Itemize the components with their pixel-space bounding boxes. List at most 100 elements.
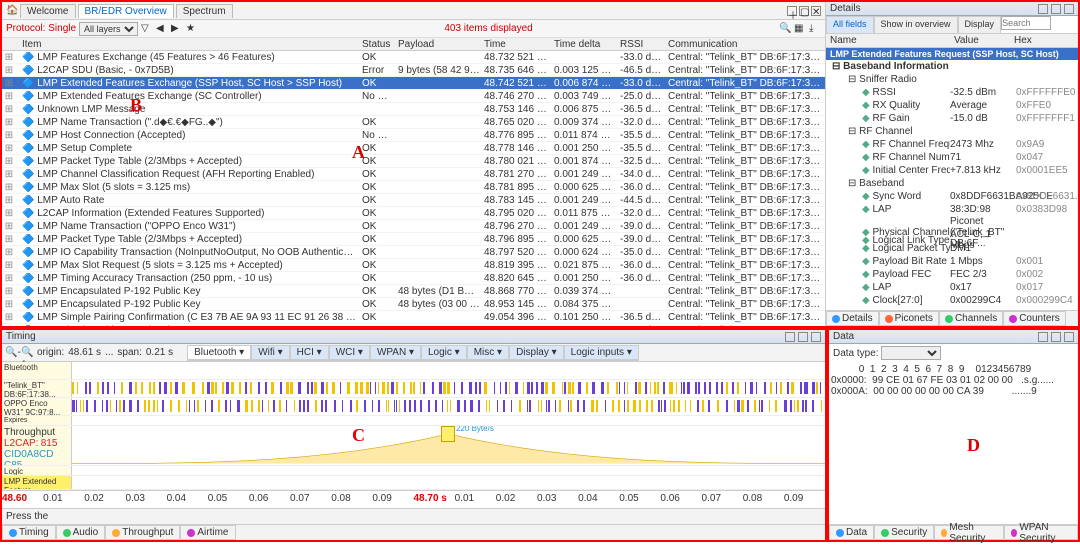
prev-icon[interactable]: ◀ xyxy=(156,23,168,35)
details-search-input[interactable] xyxy=(1001,16,1051,30)
close-icon[interactable] xyxy=(811,332,821,342)
lane-dev2[interactable]: OPPO Enco W31" 9C:97:8... xyxy=(2,398,72,415)
packet-row[interactable]: ⊞🔷 Unknown LMP Message48.753 146 1250.00… xyxy=(2,103,825,116)
pin-icon[interactable] xyxy=(1038,332,1048,342)
packet-row[interactable]: ⊞🔷 LMP Encapsulated P-192 Public KeyOK48… xyxy=(2,285,825,298)
tree-leaf[interactable]: ◆ Logical Packet TypeDM1 xyxy=(826,242,1078,255)
packet-list[interactable]: ⊞🔷 LMP Features Exchange (45 Features > … xyxy=(2,51,825,326)
col-delta[interactable]: Time delta xyxy=(552,39,618,50)
max-icon[interactable] xyxy=(1051,4,1061,14)
timing-btab-timing[interactable]: Timing xyxy=(2,525,56,540)
close-tab-icon[interactable]: ✕ xyxy=(811,6,821,16)
col-comm[interactable]: Communication xyxy=(666,39,824,50)
max-icon[interactable] xyxy=(1051,332,1061,342)
filter-icon[interactable]: ▽ xyxy=(141,23,153,35)
close-icon[interactable] xyxy=(1064,332,1074,342)
details-btab-piconets[interactable]: Piconets xyxy=(879,311,939,326)
timing-filter-bluetooth[interactable]: Bluetooth ▾ xyxy=(187,345,251,360)
packet-row[interactable]: ⊞🔷 LMP Name Transaction (".d◆€.€◆FG..◆")… xyxy=(2,116,825,129)
packet-row[interactable]: ⊞🔷 LMP Channel Classification Request (A… xyxy=(2,168,825,181)
lane-bluetooth[interactable]: Bluetooth xyxy=(2,362,72,379)
timing-btab-throughput[interactable]: Throughput xyxy=(105,525,180,540)
packet-row[interactable]: ⊞🔷 LMP Features Exchange (45 Features > … xyxy=(2,51,825,64)
layers-select[interactable]: All layers xyxy=(79,22,138,36)
packet-row[interactable]: ⊞🔷 LMP Max Slot (5 slots = 3.125 ms)OK48… xyxy=(2,181,825,194)
timing-filter-logic[interactable]: Logic ▾ xyxy=(421,345,467,360)
details-btab-counters[interactable]: Counters xyxy=(1003,311,1066,326)
packet-row[interactable]: ⊞🔷 LMP Encapsulated P-192 Public KeyOK48… xyxy=(2,298,825,311)
zoom-in-icon[interactable]: 🔍+ xyxy=(21,347,33,359)
details-tab-all[interactable]: All fields xyxy=(826,16,874,33)
packet-row[interactable]: ⊞🔷 L2CAP SDU (Basic, - 0x7D5B)Error9 byt… xyxy=(2,64,825,77)
packet-row[interactable]: ⊞🔷 LMP Setup CompleteOK48.778 146 1250.0… xyxy=(2,142,825,155)
tab-spectrum[interactable]: Spectrum xyxy=(176,4,233,18)
tree-item[interactable]: ⊟ Baseband xyxy=(826,177,1078,190)
pin-icon[interactable] xyxy=(785,332,795,342)
packet-row[interactable]: ⊞🔷 L2CAP Information (Extended Features … xyxy=(2,207,825,220)
lane-dev1[interactable]: "Telink_BT" DB:6F:17:38... xyxy=(2,380,72,397)
timing-selected-item[interactable]: LMP Extended Feature... xyxy=(2,476,72,489)
timing-filter-wci[interactable]: WCI ▾ xyxy=(329,345,370,360)
tree-leaf[interactable]: ◆ RX QualityAverage0xFFE0 xyxy=(826,99,1078,112)
pin-icon[interactable] xyxy=(1038,4,1048,14)
tab-overview[interactable]: BR/EDR Overview xyxy=(78,4,174,18)
lane-logic[interactable]: Logic xyxy=(2,466,72,475)
packet-row[interactable]: ⊞🔷 LMP Timing Accuracy Transaction (250 … xyxy=(2,272,825,285)
data-type-select[interactable] xyxy=(881,346,941,360)
packet-row[interactable]: ⊞🔷 LMP Max Slot Request (5 slots = 3.125… xyxy=(2,259,825,272)
next-icon[interactable]: ▶ xyxy=(171,23,183,35)
export-icon[interactable]: ⤓ xyxy=(809,23,821,35)
data-btab-data[interactable]: Data xyxy=(829,525,874,540)
tree-leaf[interactable]: ◆ RF Channel Frequency2473 Mhz0x9A9 xyxy=(826,138,1078,151)
packet-row[interactable]: ⊞🔷 LMP Name Transaction ("OPPO Enco W31"… xyxy=(2,220,825,233)
timing-filter-logic inputs[interactable]: Logic inputs ▾ xyxy=(564,345,639,360)
packet-row[interactable]: ⊞🔷 LMP Packet Type Table (2/3Mbps + Acce… xyxy=(2,233,825,246)
lane-throughput[interactable]: ThroughputL2CAP: 815CID0A8CD C85 xyxy=(2,426,72,465)
max-icon[interactable] xyxy=(798,332,808,342)
zoom-out-icon[interactable]: 🔍- xyxy=(5,347,17,359)
tree-group[interactable]: ⊟ Baseband Information xyxy=(826,60,1078,73)
packet-row[interactable]: ⊞🔷 LMP Host Connection (Accepted)No Requ… xyxy=(2,129,825,142)
col-item[interactable]: Item xyxy=(20,39,360,50)
timing-filter-misc[interactable]: Misc ▾ xyxy=(467,345,509,360)
tab-welcome[interactable]: Welcome xyxy=(20,4,76,18)
timing-btab-audio[interactable]: Audio xyxy=(56,525,106,540)
tree-leaf[interactable]: ◆ Initial Center Frequency ...+7.813 kHz… xyxy=(826,164,1078,177)
packet-row[interactable]: ⊞🔷 LMP Extended Features Exchange (SSP H… xyxy=(2,77,825,90)
packet-row[interactable]: ⊞🔷 LMP Simple Pairing Number (7F E7 00 5… xyxy=(2,324,825,326)
add-tab-icon[interactable]: ＋ xyxy=(787,6,797,16)
detach-icon[interactable]: ▢ xyxy=(799,6,809,16)
tree-leaf[interactable]: ◆ Payload Bit Rate1 Mbps0x001 xyxy=(826,255,1078,268)
packet-row[interactable]: ⊞🔷 LMP Extended Features Exchange (SC Co… xyxy=(2,90,825,103)
packet-row[interactable]: ⊞🔷 LMP IO Capability Transaction (NoInpu… xyxy=(2,246,825,259)
timing-btab-airtime[interactable]: Airtime xyxy=(180,525,235,540)
details-tab-overview[interactable]: Show in overview xyxy=(874,16,958,33)
tree-item[interactable]: ⊟ Sniffer Radio xyxy=(826,73,1078,86)
data-btab-wpan[interactable]: WPAN Security xyxy=(1004,525,1078,540)
col-status[interactable]: Status xyxy=(360,39,396,50)
hex-dump[interactable]: 0 1 2 3 4 5 6 7 8 9 0123456789 0x0000: 9… xyxy=(829,362,1078,524)
details-btab-details[interactable]: Details xyxy=(826,311,879,326)
details-tab-display[interactable]: Display xyxy=(958,16,1002,33)
search-icon[interactable]: 🔍 xyxy=(779,23,791,35)
tree-leaf[interactable]: ◆ RSSI-32.5 dBm0xFFFFFFE0 xyxy=(826,86,1078,99)
tree-item[interactable]: ⊟ RF Channel xyxy=(826,125,1078,138)
timing-filter-hci[interactable]: HCI ▾ xyxy=(290,345,329,360)
timing-filter-wifi[interactable]: Wifi ▾ xyxy=(251,345,289,360)
tree-leaf[interactable]: ◆ Payload FECFEC 2/30x002 xyxy=(826,268,1078,281)
bookmark-icon[interactable]: ★ xyxy=(186,23,198,35)
packet-row[interactable]: ⊞🔷 LMP Simple Pairing Confirmation (C E3… xyxy=(2,311,825,324)
timing-filter-wpan[interactable]: WPAN ▾ xyxy=(370,345,421,360)
tree-leaf[interactable]: ◆ LAP38:3D:980x0383D98 xyxy=(826,203,1078,216)
tree-leaf[interactable]: ◆ Clock[27:0]0x00299C40x000299C4 xyxy=(826,294,1078,307)
details-btab-channels[interactable]: Channels xyxy=(939,311,1003,326)
tree-leaf[interactable]: ◆ RF Channel Number710x047 xyxy=(826,151,1078,164)
close-icon[interactable] xyxy=(1064,4,1074,14)
tree-leaf[interactable]: ◆ Sync Word0x8DDF6631BA925CE0x8DDF6631..… xyxy=(826,190,1078,203)
details-tree[interactable]: ⊟ Baseband Information⊟ Sniffer Radio◆ R… xyxy=(826,60,1078,310)
packet-row[interactable]: ⊞🔷 LMP Packet Type Table (2/3Mbps + Acce… xyxy=(2,155,825,168)
data-btab-mesh[interactable]: Mesh Security xyxy=(934,525,1004,540)
timing-ruler[interactable]: 48.600.010.020.030.040.050.060.070.080.0… xyxy=(2,490,825,508)
col-rssi[interactable]: RSSI xyxy=(618,39,666,50)
col-time[interactable]: Time xyxy=(482,39,552,50)
